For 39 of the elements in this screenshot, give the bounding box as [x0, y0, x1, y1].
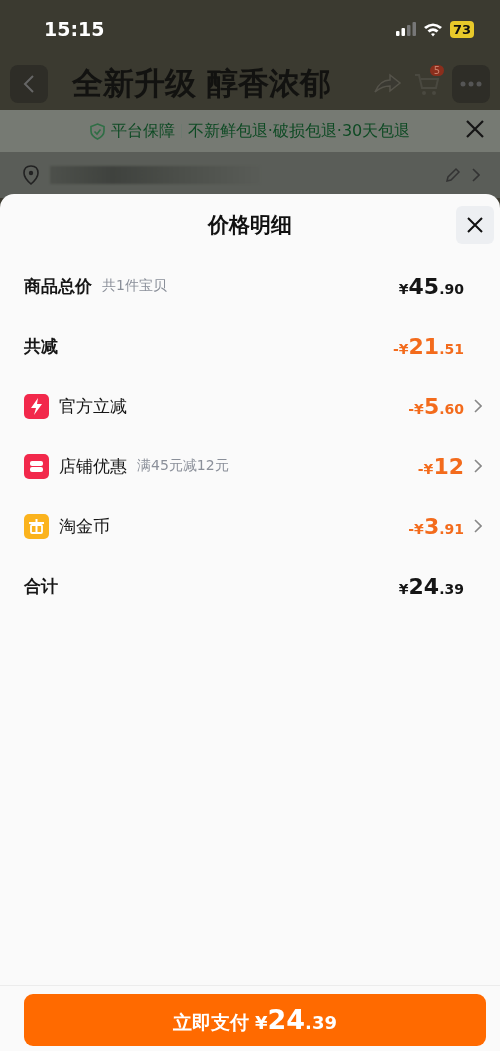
price-amount: ¥24.39	[398, 573, 464, 599]
row-label: 商品总价	[24, 274, 92, 298]
status-time: 15:15	[44, 18, 105, 40]
sheet-title: 价格明细	[208, 212, 292, 239]
more-icon	[460, 81, 482, 87]
pencil-icon[interactable]	[444, 166, 462, 184]
row-note: 共1件宝贝	[102, 277, 167, 295]
close-icon	[465, 215, 485, 235]
row-label: 店铺优惠	[59, 454, 127, 478]
row-note: 满45元减12元	[137, 457, 229, 475]
back-button[interactable]	[10, 65, 48, 103]
row-label: 淘金币	[59, 514, 110, 538]
price-amount: -¥5.60	[408, 393, 464, 419]
cart-badge: 5	[429, 65, 444, 76]
chevron-icon	[474, 459, 482, 473]
guarantee-terms: 不新鲜包退·破损包退·30天包退	[187, 120, 411, 142]
location-icon	[22, 165, 40, 185]
pay-button[interactable]: 立即支付 ¥24.39	[24, 994, 486, 1046]
shield-icon	[89, 122, 105, 140]
row-label: 合计	[24, 574, 58, 598]
row-label: 共减	[24, 334, 58, 358]
share-icon[interactable]	[372, 72, 402, 96]
chevron-icon	[474, 519, 482, 533]
battery-indicator: 73	[449, 20, 474, 38]
cart-icon[interactable]	[414, 72, 440, 96]
more-button[interactable]	[452, 65, 490, 103]
chevron-icon	[472, 168, 480, 182]
price-amount: ¥45.90	[398, 273, 464, 299]
wifi-icon	[422, 21, 443, 37]
chevron-icon	[474, 399, 482, 413]
price-amount: -¥3.91	[408, 513, 464, 539]
row-label: 官方立减	[59, 394, 127, 418]
signal-icon	[395, 22, 416, 36]
close-button[interactable]	[456, 206, 494, 244]
back-icon	[23, 75, 35, 93]
price-amount: -¥21.51	[393, 333, 464, 359]
close-icon	[464, 118, 486, 140]
price-amount: -¥12	[417, 453, 464, 479]
guarantee-title: 平台保障	[110, 120, 175, 142]
